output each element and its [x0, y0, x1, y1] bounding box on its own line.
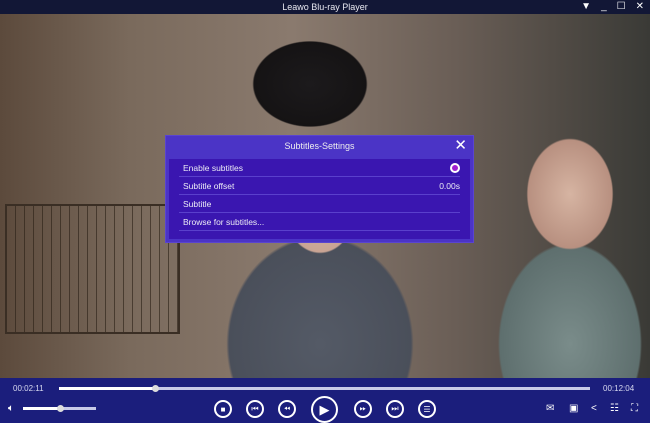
volume-slider[interactable] — [23, 405, 96, 412]
title-bar: Leawo Blu-ray Player ▼ _ ☐ ✕ — [0, 0, 650, 14]
browse-subtitles-row[interactable]: Browse for subtitles... — [179, 213, 460, 231]
subtitle-offset-row[interactable]: Subtitle offset 0.00s — [179, 177, 460, 195]
play-button[interactable]: ▶ — [311, 396, 338, 423]
seek-handle[interactable] — [152, 385, 160, 392]
offset-value: 0.00s — [439, 180, 460, 191]
volume-handle[interactable] — [56, 405, 64, 412]
subtitle-row[interactable]: Subtitle — [179, 195, 460, 213]
total-time: 00:12:04 — [603, 384, 635, 393]
maximize-button[interactable]: ☐ — [617, 0, 626, 14]
share-icon[interactable]: < — [591, 403, 597, 414]
row-label: Subtitle offset — [183, 180, 235, 191]
subtitles-settings-dialog: Subtitles-Settings ✕ Enable subtitles Sub… — [165, 135, 474, 243]
fast-forward-button[interactable]: ⏩︎ — [354, 400, 372, 418]
birdcage — [5, 204, 180, 334]
snapshot-icon[interactable]: ▣ — [569, 403, 578, 414]
enable-subtitles-row[interactable]: Enable subtitles — [179, 159, 460, 177]
fullscreen-icon[interactable]: ⛶ — [631, 403, 638, 414]
playlist-mode-button[interactable]: ☰ — [418, 400, 436, 418]
enable-subtitles-toggle[interactable] — [450, 162, 460, 173]
window-title: Leawo Blu-ray Player — [282, 2, 368, 12]
close-button[interactable]: ✕ — [636, 0, 644, 14]
seek-slider[interactable] — [59, 385, 590, 392]
rewind-button[interactable]: ⏪︎ — [278, 400, 296, 418]
stop-button[interactable]: ■ — [214, 400, 232, 418]
next-button[interactable]: ⏭︎ — [386, 400, 404, 418]
volume-icon[interactable]: 🔈︎ — [8, 403, 14, 414]
elapsed-time: 00:02:11 — [13, 384, 44, 393]
dialog-title: Subtitles-Settings — [284, 141, 355, 151]
previous-button[interactable]: ⏮︎ — [246, 400, 264, 418]
row-label: Browse for subtitles... — [183, 216, 265, 227]
control-bar: 00:02:11 00:12:04 🔈︎ ■ ⏮︎ ⏪︎ ▶ ⏩︎ ⏭︎ ☰ ✉… — [0, 378, 650, 423]
mail-icon[interactable]: ✉ — [546, 403, 554, 414]
menu-dropdown-icon[interactable]: ▼ — [581, 0, 591, 14]
row-label: Subtitle — [183, 198, 212, 209]
close-icon[interactable]: ✕ — [454, 136, 467, 156]
row-label: Enable subtitles — [183, 162, 244, 173]
minimize-button[interactable]: _ — [601, 0, 607, 14]
playlist-icon[interactable]: ☷ — [610, 403, 619, 414]
